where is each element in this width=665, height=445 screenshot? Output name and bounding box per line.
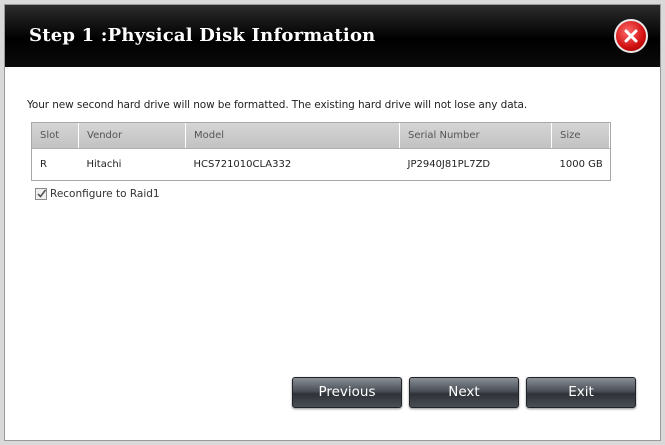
column-header-slot[interactable]: Slot <box>32 123 79 149</box>
cell-slot: R <box>40 158 47 170</box>
cell-vendor: Hitachi <box>86 158 122 170</box>
previous-button[interactable]: Previous <box>292 377 402 408</box>
column-header-size[interactable]: Size <box>551 123 610 149</box>
disk-table: Slot Vendor Model Serial Number Size R H… <box>31 122 611 181</box>
cell-model: HCS721010CLA332 <box>193 158 292 170</box>
cell-serial-number: JP2940J81PL7ZD <box>407 158 491 170</box>
dialog-title: Step 1 :Physical Disk Information <box>29 25 376 46</box>
checkmark-icon <box>37 189 47 198</box>
table-header-row: Slot Vendor Model Serial Number Size <box>32 123 610 149</box>
cell-size: 1000 GB <box>559 158 603 170</box>
close-icon <box>624 29 638 43</box>
exit-button[interactable]: Exit <box>526 377 636 408</box>
next-button[interactable]: Next <box>409 377 519 408</box>
table-row[interactable]: R Hitachi HCS721010CLA332 JP2940J81PL7ZD… <box>32 149 610 180</box>
close-button[interactable] <box>614 19 648 53</box>
column-header-vendor[interactable]: Vendor <box>78 123 186 149</box>
format-warning-message: Your new second hard drive will now be f… <box>27 99 528 111</box>
reconfigure-raid1-label: Reconfigure to Raid1 <box>50 188 160 200</box>
reconfigure-raid1-checkbox[interactable] <box>35 188 47 200</box>
physical-disk-dialog: Step 1 :Physical Disk Information Your n… <box>4 4 661 441</box>
dialog-titlebar: Step 1 :Physical Disk Information <box>5 5 660 67</box>
column-header-serial-number[interactable]: Serial Number <box>399 123 552 149</box>
column-header-model[interactable]: Model <box>185 123 400 149</box>
reconfigure-raid1-option[interactable]: Reconfigure to Raid1 <box>35 186 160 202</box>
